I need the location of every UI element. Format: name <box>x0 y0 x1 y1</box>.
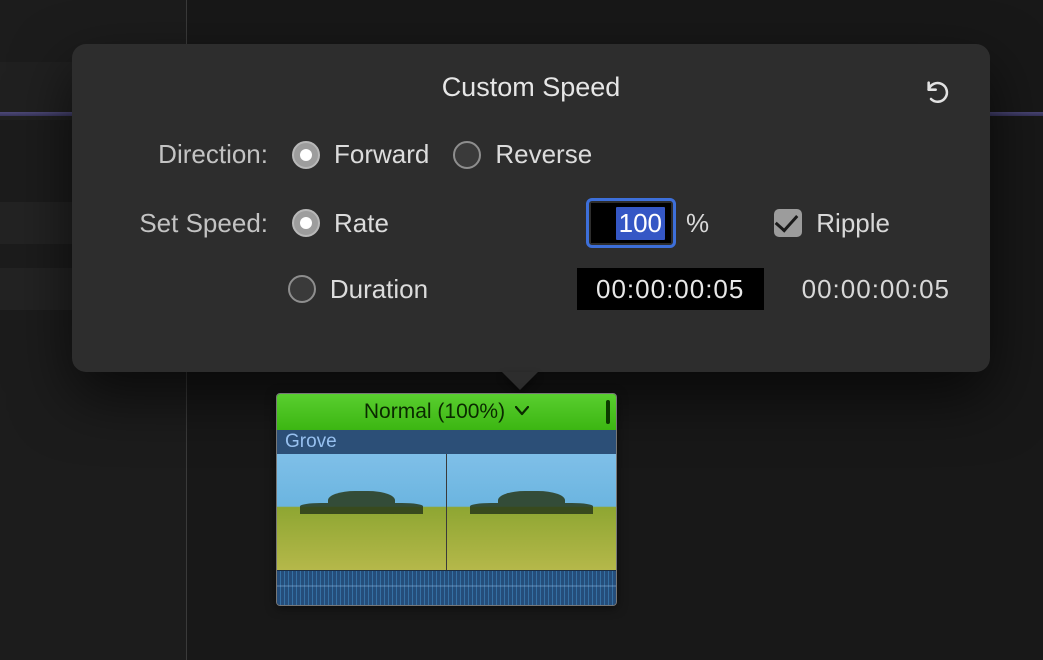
rate-value: 100 <box>616 207 665 240</box>
clip-speed-bar[interactable]: Normal (100%) <box>277 394 616 430</box>
checkbox-label: Ripple <box>816 208 890 239</box>
radio-label: Duration <box>330 274 428 305</box>
popover-title: Custom Speed <box>112 72 950 103</box>
clip-audio-waveform <box>277 570 616 606</box>
ripple-checkbox[interactable]: Ripple <box>774 208 890 239</box>
radio-label: Rate <box>334 208 389 239</box>
chevron-down-icon <box>515 403 529 421</box>
clip-name: Grove <box>277 430 616 454</box>
custom-speed-popover: Custom Speed Direction: Forward Reverse … <box>72 44 990 372</box>
radio-label: Reverse <box>495 139 592 170</box>
popover-arrow-icon <box>502 372 538 390</box>
speed-duration-radio[interactable]: Duration <box>288 274 473 305</box>
reset-button[interactable] <box>924 78 954 106</box>
radio-dot-icon <box>288 275 316 303</box>
radio-dot-icon <box>453 141 481 169</box>
direction-label: Direction: <box>112 139 292 170</box>
timeline-clip[interactable]: Normal (100%) Grove <box>276 393 617 606</box>
speed-edge-handle[interactable] <box>606 400 610 424</box>
clip-thumbnails <box>277 454 616 570</box>
duration-input[interactable]: 00:00:00:05 <box>577 268 764 310</box>
radio-dot-icon <box>292 141 320 169</box>
undo-icon <box>924 78 952 106</box>
checkmark-icon <box>774 209 802 237</box>
speed-rate-radio[interactable]: Rate <box>292 208 482 239</box>
clip-speed-label: Normal (100%) <box>364 400 505 424</box>
direction-forward-radio[interactable]: Forward <box>292 139 429 170</box>
direction-reverse-radio[interactable]: Reverse <box>453 139 592 170</box>
rate-input[interactable]: 100 <box>586 198 676 248</box>
rate-unit: % <box>686 208 709 239</box>
radio-dot-icon <box>292 209 320 237</box>
set-speed-label: Set Speed: <box>112 208 292 239</box>
radio-label: Forward <box>334 139 429 170</box>
duration-readout: 00:00:00:05 <box>802 274 950 305</box>
